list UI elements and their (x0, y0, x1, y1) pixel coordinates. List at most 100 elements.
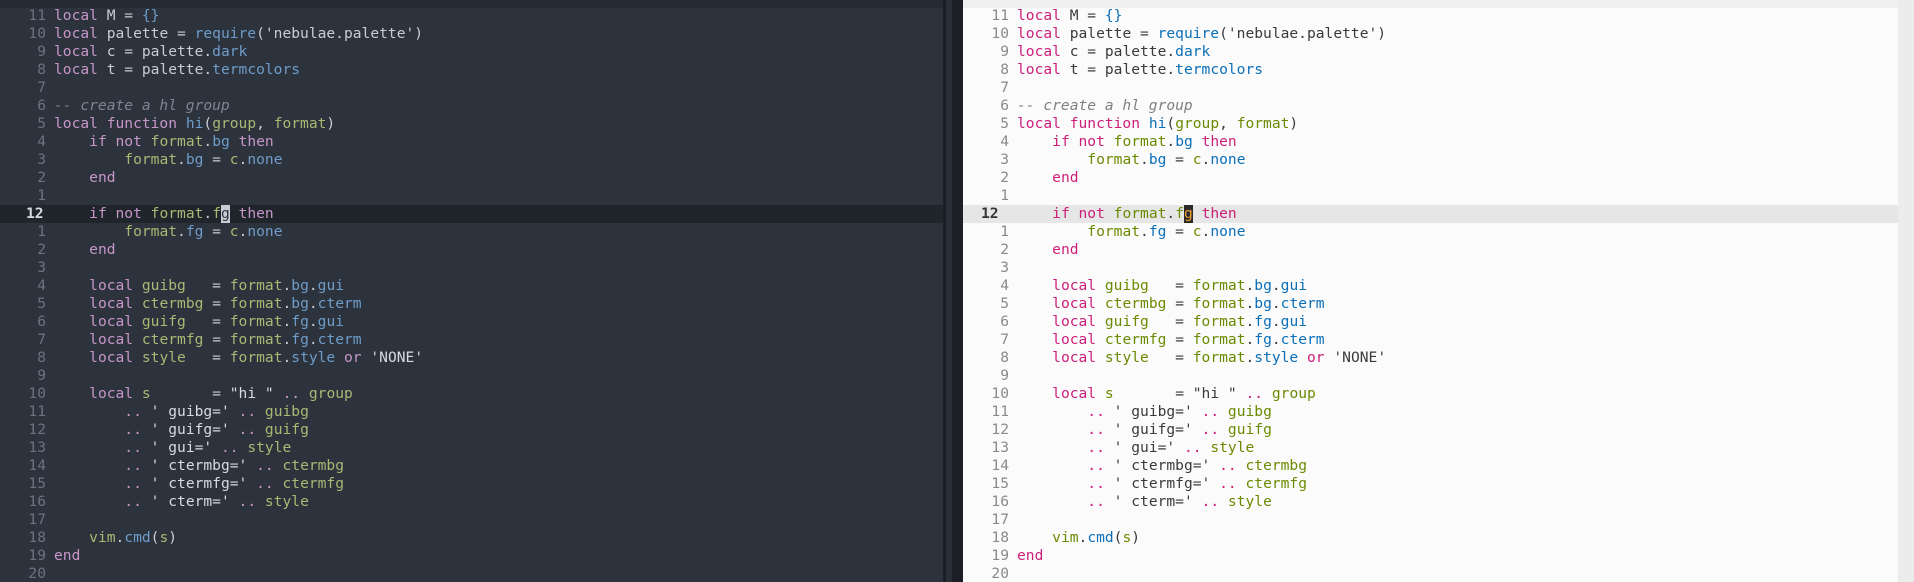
token-kw: local (89, 295, 134, 312)
code-line[interactable]: 14 .. ' ctermbg=' .. ctermbg (963, 457, 1898, 475)
code-line[interactable]: 8 local t = palette.termcolors (963, 61, 1898, 79)
code-line[interactable]: 9 local c = palette.dark (0, 43, 943, 61)
code-line[interactable]: 20 (963, 565, 1898, 582)
token-prop: bg (291, 295, 309, 312)
code-line[interactable]: 10 local s = "hi " .. group (0, 385, 943, 403)
code-line[interactable]: 6 local guifg = format.fg.gui (963, 313, 1898, 331)
token-plain: palette = (97, 25, 195, 42)
token-plain: t = palette. (1060, 61, 1176, 78)
scrollbar-light[interactable] (1898, 0, 1914, 582)
code-line[interactable]: 8 local style = format.style or 'NONE' (963, 349, 1898, 367)
code-line[interactable]: 15 .. ' ctermfg=' .. ctermfg (0, 475, 943, 493)
token-prop: bg (212, 133, 230, 150)
token-plain: . (1271, 331, 1281, 348)
code-line[interactable]: 11 .. ' guibg=' .. guibg (963, 403, 1898, 421)
code-line[interactable]: 12 .. ' guifg=' .. guifg (0, 421, 943, 439)
code-line[interactable]: 20 (0, 565, 943, 582)
code-line[interactable]: 1 format.fg = c.none (963, 223, 1898, 241)
code-line[interactable]: 5 local function hi(group, format) (0, 115, 943, 133)
code-line[interactable]: 7 (963, 79, 1898, 97)
code-line-current[interactable]: 12 if not format.fg then (963, 205, 1898, 223)
token-prop: fg (185, 223, 204, 240)
code-line[interactable]: 9 (963, 367, 1898, 385)
token-kw: end (1052, 169, 1079, 186)
code-line[interactable]: 2 end (963, 169, 1898, 187)
code-line[interactable]: 10 local palette = require('nebulae.palet… (0, 25, 943, 43)
line-text: local guibg = format.bg.gui (1017, 277, 1307, 294)
token-str: ' guifg=' (1113, 421, 1193, 438)
token-var: group (212, 115, 257, 132)
code-area-dark[interactable]: 11 local M = {} 10 local palette = require(… (0, 7, 943, 582)
code-line[interactable]: 4 if not format.bg then (963, 133, 1898, 151)
token-kw: .. (1245, 385, 1264, 402)
code-line[interactable]: 9 (0, 367, 943, 385)
code-line[interactable]: 4 local guibg = format.bg.gui (963, 277, 1898, 295)
code-line[interactable]: 13 .. ' gui=' .. style (963, 439, 1898, 457)
token-plain: = (1113, 385, 1193, 402)
code-line[interactable]: 5 local function hi(group, format) (963, 115, 1898, 133)
token-var: format (229, 277, 283, 294)
code-line[interactable]: 1 format.fg = c.none (0, 223, 943, 241)
line-text: local s = "hi " .. group (1017, 385, 1316, 402)
code-line[interactable]: 8 local style = format.style or 'NONE' (0, 349, 943, 367)
token-plain: . (203, 133, 213, 150)
line-number: 17 (991, 511, 1009, 528)
code-line[interactable]: 1 (0, 187, 943, 205)
code-line[interactable]: 2 end (963, 241, 1898, 259)
code-line[interactable]: 7 local ctermfg = format.fg.cterm (0, 331, 943, 349)
code-line[interactable]: 3 format.bg = c.none (963, 151, 1898, 169)
code-line[interactable]: 16 .. ' cterm=' .. style (0, 493, 943, 511)
code-line[interactable]: 9 local c = palette.dark (963, 43, 1898, 61)
code-line[interactable]: 10 local s = "hi " .. group (963, 385, 1898, 403)
editor-pane-light[interactable]: 11 local M = {} 10 local palette = require(… (963, 0, 1898, 582)
code-line[interactable]: 11 local M = {} (0, 7, 943, 25)
token-var: format (1192, 313, 1246, 330)
code-line[interactable]: 4 if not format.bg then (0, 133, 943, 151)
code-line[interactable]: 6 -- create a hl group (0, 97, 943, 115)
code-line[interactable]: 16 .. ' cterm=' .. style (963, 493, 1898, 511)
code-line[interactable]: 11 local M = {} (963, 7, 1898, 25)
code-line[interactable]: 5 local ctermbg = format.bg.cterm (0, 295, 943, 313)
code-line[interactable]: 11 .. ' guibg=' .. guibg (0, 403, 943, 421)
code-line[interactable]: 6 -- create a hl group (963, 97, 1898, 115)
code-line[interactable]: 15 .. ' ctermfg=' .. ctermfg (963, 475, 1898, 493)
line-number: 6 (1000, 313, 1009, 330)
code-line[interactable]: 12 .. ' guifg=' .. guifg (963, 421, 1898, 439)
code-line[interactable]: 7 (0, 79, 943, 97)
line-text: local guifg = format.fg.gui (54, 313, 344, 330)
code-line[interactable]: 2 end (0, 241, 943, 259)
code-line[interactable]: 7 local ctermfg = format.fg.cterm (963, 331, 1898, 349)
code-line[interactable]: 1 (963, 187, 1898, 205)
token-var: group (1175, 115, 1220, 132)
code-line[interactable]: 3 (0, 259, 943, 277)
token-plain: . (1166, 205, 1176, 222)
code-line[interactable]: 18 vim.cmd(s) (963, 529, 1898, 547)
editor-pane-dark[interactable]: 11 local M = {} 10 local palette = require(… (0, 0, 943, 582)
code-line-current[interactable]: 12 if not format.fg then (0, 205, 943, 223)
code-line[interactable]: 19 end (0, 547, 943, 565)
code-area-light[interactable]: 11 local M = {} 10 local palette = require(… (963, 7, 1898, 582)
code-line[interactable]: 8 local t = palette.termcolors (0, 61, 943, 79)
code-line[interactable]: 18 vim.cmd(s) (0, 529, 943, 547)
code-line[interactable]: 6 local guifg = format.fg.gui (0, 313, 943, 331)
token-str: ' gui=' (150, 439, 213, 456)
code-line[interactable]: 3 (963, 259, 1898, 277)
code-line[interactable]: 13 .. ' gui=' .. style (0, 439, 943, 457)
code-line[interactable]: 4 local guibg = format.bg.gui (0, 277, 943, 295)
code-line[interactable]: 17 (963, 511, 1898, 529)
line-text: local t = palette.termcolors (54, 61, 300, 78)
scrollbar-dark[interactable] (946, 0, 952, 582)
code-line[interactable]: 10 local palette = require('nebulae.palet… (963, 25, 1898, 43)
code-line[interactable]: 19 end (963, 547, 1898, 565)
token-var: style (264, 493, 309, 510)
code-line[interactable]: 3 format.bg = c.none (0, 151, 943, 169)
code-line[interactable]: 2 end (0, 169, 943, 187)
code-line[interactable]: 17 (0, 511, 943, 529)
token-prop: none (1210, 223, 1246, 240)
code-line[interactable]: 14 .. ' ctermbg=' .. ctermbg (0, 457, 943, 475)
code-line[interactable]: 5 local ctermbg = format.bg.cterm (963, 295, 1898, 313)
token-kw: local (54, 43, 98, 60)
